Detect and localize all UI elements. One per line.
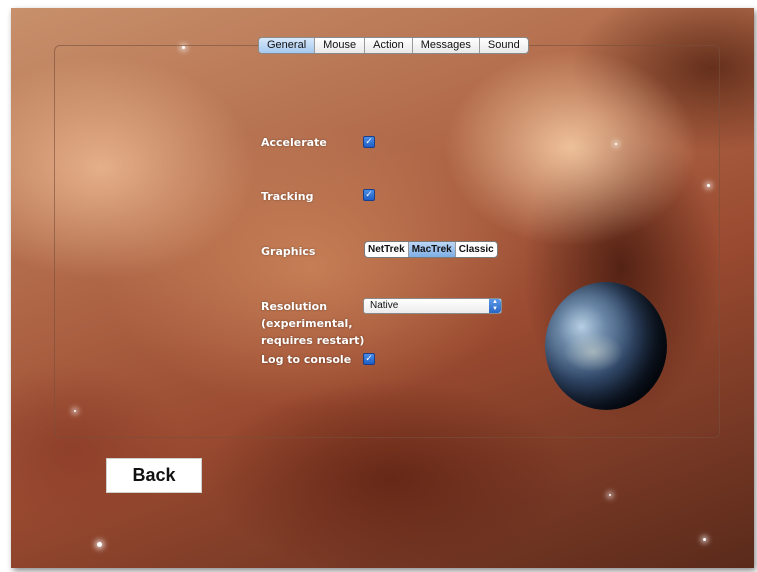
app-window: General Mouse Action Messages Sound Acce… xyxy=(11,8,754,568)
planet-image xyxy=(545,282,667,410)
back-button[interactable]: Back xyxy=(106,458,202,493)
graphics-option-mactrek[interactable]: MacTrek xyxy=(407,242,455,257)
star-decoration xyxy=(97,542,102,547)
resolution-select-value: Native xyxy=(370,300,399,311)
up-down-arrows-icon: ▲ ▼ xyxy=(489,299,501,313)
graphics-label: Graphics xyxy=(261,245,316,258)
resolution-label: Resolution xyxy=(261,300,328,313)
log-to-console-checkbox[interactable]: ✓ xyxy=(363,353,375,365)
resolution-label-note: (experimental, xyxy=(261,317,353,330)
tracking-label: Tracking xyxy=(261,190,314,203)
checkmark-icon: ✓ xyxy=(365,190,373,200)
tab-mouse[interactable]: Mouse xyxy=(314,38,364,53)
tab-action[interactable]: Action xyxy=(364,38,412,53)
tracking-checkbox[interactable]: ✓ xyxy=(363,189,375,201)
log-to-console-label: Log to console xyxy=(261,353,352,366)
star-decoration xyxy=(703,538,706,541)
tab-general[interactable]: General xyxy=(259,38,315,53)
checkmark-icon: ✓ xyxy=(365,137,373,147)
tab-sound[interactable]: Sound xyxy=(478,38,528,53)
star-decoration xyxy=(609,494,611,496)
graphics-option-classic[interactable]: Classic xyxy=(454,242,497,257)
graphics-option-nettrek[interactable]: NetTrek xyxy=(365,242,408,257)
accelerate-checkbox[interactable]: ✓ xyxy=(363,136,375,148)
tab-messages[interactable]: Messages xyxy=(411,38,479,53)
resolution-select[interactable]: Native ▲ ▼ xyxy=(363,298,502,314)
resolution-label-note: requires restart) xyxy=(261,334,365,347)
checkmark-icon: ✓ xyxy=(365,354,373,364)
graphics-segmented-control: NetTrek MacTrek Classic xyxy=(364,241,498,258)
tab-bar: General Mouse Action Messages Sound xyxy=(258,37,529,54)
accelerate-label: Accelerate xyxy=(261,136,327,149)
